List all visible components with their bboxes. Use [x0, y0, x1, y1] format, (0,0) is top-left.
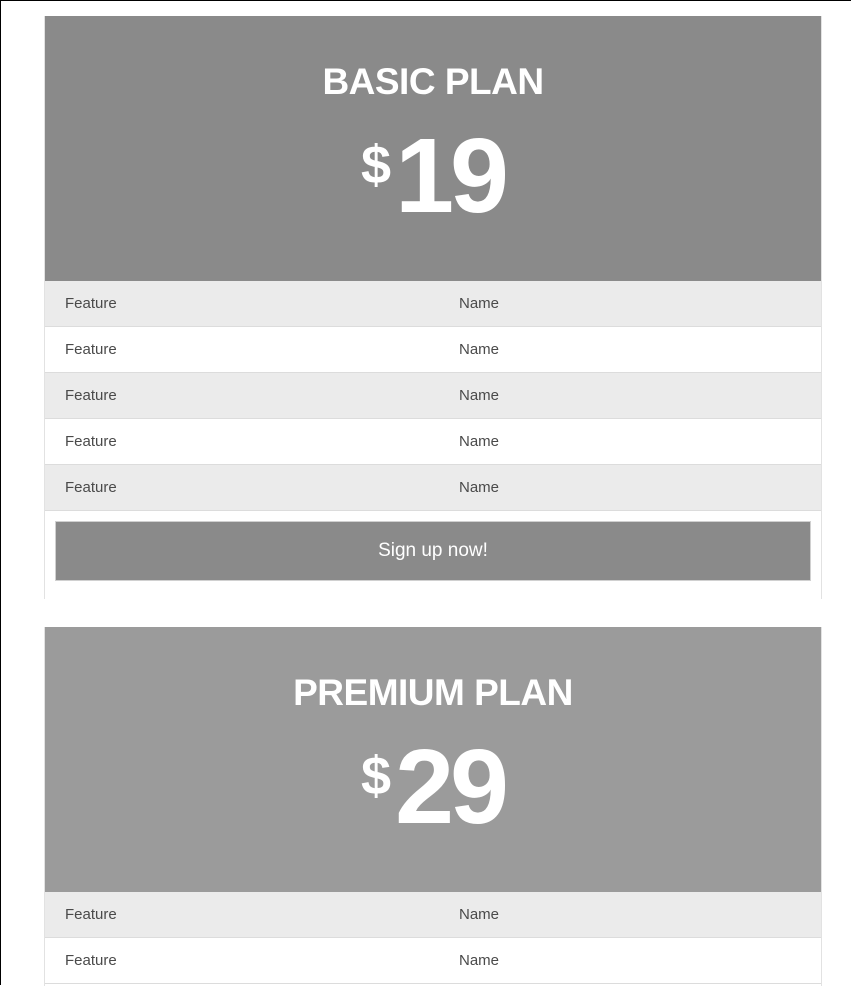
plan-title: BASIC PLAN — [322, 61, 544, 102]
feature-label: Feature — [65, 433, 117, 450]
feature-row: Feature Name — [45, 465, 821, 511]
feature-value: Name — [459, 387, 500, 404]
pricing-card-premium: PREMIUM PLAN $ 29 Feature Name Feature N… — [44, 627, 822, 986]
feature-row: Feature Name — [45, 938, 821, 984]
feature-row: Feature Name — [45, 892, 821, 938]
plan-price: $ 29 — [45, 727, 821, 847]
feature-row: Feature Name — [45, 419, 821, 465]
feature-value: Name — [459, 479, 500, 496]
feature-label: Feature — [65, 952, 117, 969]
feature-label: Feature — [65, 479, 117, 496]
price-amount: 19 — [395, 117, 509, 235]
feature-value: Name — [459, 295, 500, 312]
feature-value: Name — [459, 952, 500, 969]
feature-value: Name — [459, 433, 500, 450]
plan-price: $ 19 — [45, 116, 821, 236]
plan-header: BASIC PLAN $ 19 — [45, 16, 821, 281]
feature-label: Feature — [65, 295, 117, 312]
feature-value: Name — [459, 341, 500, 358]
price-amount: 29 — [395, 728, 509, 846]
feature-row: Feature Name — [45, 281, 821, 327]
feature-label: Feature — [65, 906, 117, 923]
signup-container: Sign up now! — [45, 511, 821, 581]
currency-symbol: $ — [361, 135, 392, 195]
feature-value: Name — [459, 906, 500, 923]
currency-symbol: $ — [361, 746, 392, 806]
sign-up-button[interactable]: Sign up now! — [55, 521, 811, 581]
feature-row: Feature Name — [45, 373, 821, 419]
feature-label: Feature — [65, 341, 117, 358]
page-frame: BASIC PLAN $ 19 Feature Name Feature Nam… — [0, 0, 851, 986]
feature-row: Feature Name — [45, 327, 821, 373]
plan-header: PREMIUM PLAN $ 29 — [45, 627, 821, 892]
pricing-card-basic: BASIC PLAN $ 19 Feature Name Feature Nam… — [44, 16, 822, 599]
plan-title: PREMIUM PLAN — [293, 672, 573, 713]
feature-label: Feature — [65, 387, 117, 404]
